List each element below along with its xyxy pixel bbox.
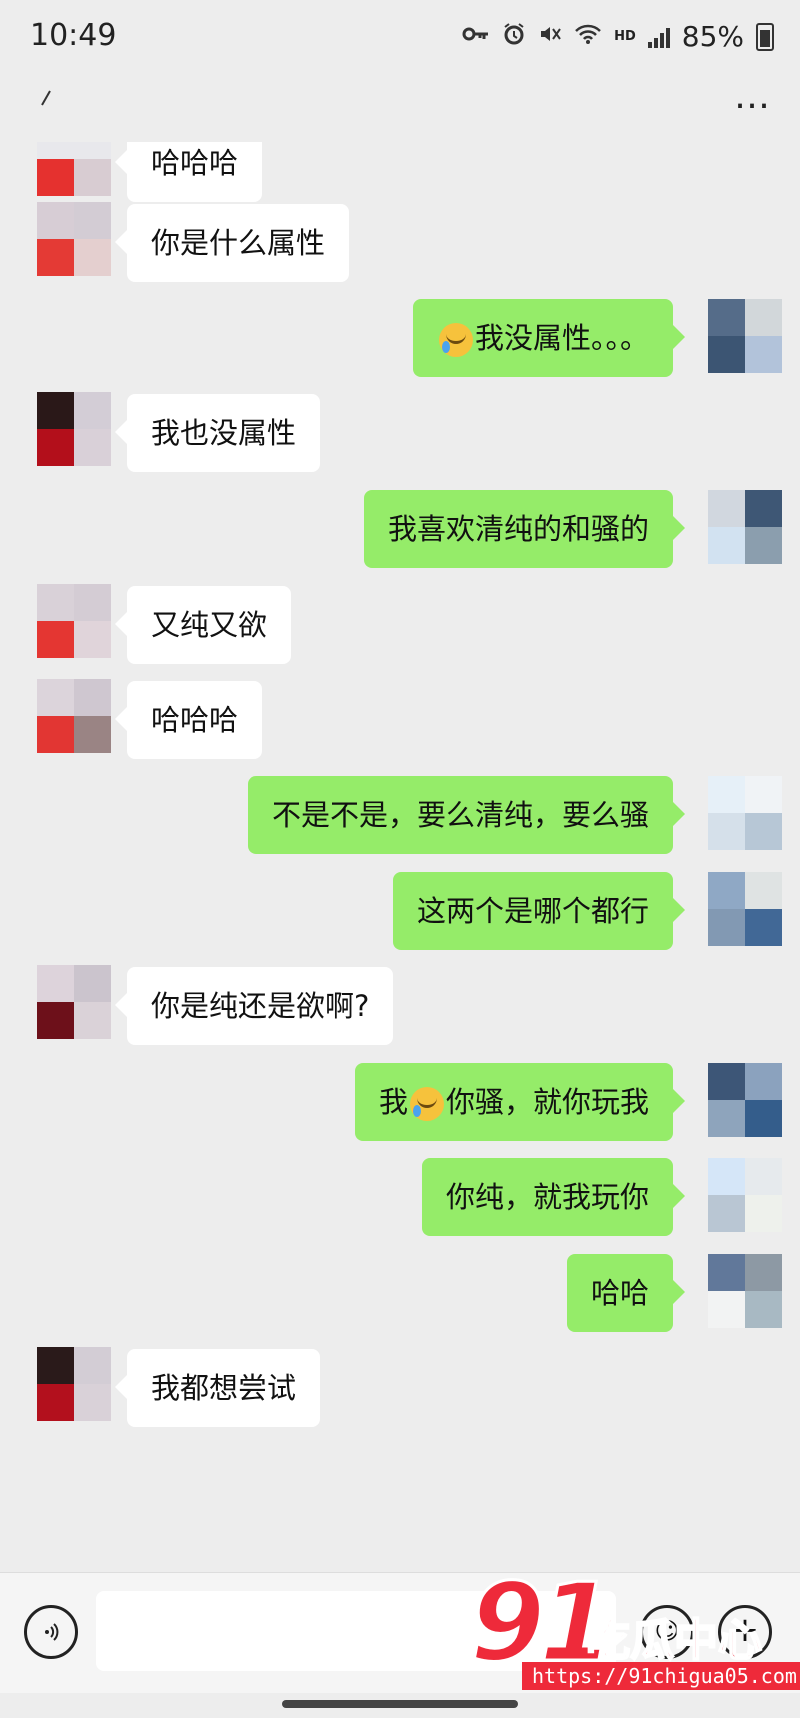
message-text: 哈哈哈 — [151, 703, 239, 737]
message-text: 不是不是，要么清纯，要么骚 — [271, 798, 649, 832]
contact-avatar[interactable] — [37, 202, 111, 276]
contact-avatar[interactable] — [37, 1347, 111, 1421]
watermark-text: 吃瓜中心 — [585, 1614, 763, 1667]
my-avatar[interactable] — [708, 299, 782, 373]
contact-avatar[interactable] — [37, 392, 111, 466]
laughing-crying-emoji-icon — [438, 323, 473, 357]
received-message-bubble[interactable]: 哈哈哈 — [114, 142, 263, 202]
received-message-bubble[interactable]: 你是纯还是欲啊? — [114, 967, 394, 1045]
my-avatar[interactable] — [708, 1158, 782, 1232]
sent-message-bubble[interactable]: 哈哈 — [566, 1254, 686, 1332]
watermark-url: https://91chigua05.com — [522, 1662, 800, 1690]
alarm-icon — [502, 22, 526, 52]
status-bar: 10:49 HD 85% — [0, 0, 800, 72]
message-text: 你纯，就我玩你 — [445, 1180, 649, 1214]
mute-icon — [538, 22, 562, 52]
battery-percent: 85% — [681, 20, 744, 53]
back-arrow-icon[interactable] — [26, 80, 66, 120]
sent-message-bubble[interactable]: 我 你骚，就你玩我 — [354, 1063, 686, 1141]
message-list[interactable]: 哈哈哈 你是什么属性 我没属性。。。 我也没属性 我喜欢清纯的和骚的 又纯又欲 哈哈哈 不是不… — [0, 142, 800, 1572]
message-text: 我都想尝试 — [151, 1371, 297, 1405]
message-text: 哈哈哈 — [151, 146, 239, 180]
my-avatar[interactable] — [708, 776, 782, 850]
voice-icon[interactable] — [24, 1605, 78, 1659]
watermark-logo: 91 吃瓜中心 https://91chigua05.com — [468, 1568, 800, 1698]
contact-avatar[interactable] — [37, 584, 111, 658]
received-message-bubble[interactable]: 我都想尝试 — [114, 1349, 321, 1427]
sent-message-bubble[interactable]: 我没属性。。。 — [412, 299, 686, 377]
sent-message-bubble[interactable]: 这两个是哪个都行 — [392, 872, 686, 950]
status-time: 10:49 — [30, 18, 117, 53]
my-avatar[interactable] — [708, 1063, 782, 1137]
my-avatar[interactable] — [708, 490, 782, 564]
more-options-button[interactable]: … — [734, 76, 772, 117]
sent-message-bubble[interactable]: 不是不是，要么清纯，要么骚 — [247, 776, 686, 854]
message-text: 我喜欢清纯的和骚的 — [387, 512, 649, 546]
message-text: 我也没属性 — [151, 416, 297, 450]
status-icons: HD 85% — [462, 20, 774, 53]
received-message-bubble[interactable]: 你是什么属性 — [114, 204, 350, 282]
laughing-crying-emoji-icon — [409, 1087, 444, 1121]
my-avatar[interactable] — [708, 872, 782, 946]
received-message-bubble[interactable]: 我也没属性 — [114, 394, 321, 472]
message-text-prefix: 我 — [378, 1085, 408, 1119]
message-text: 你骚，就你玩我 — [445, 1085, 649, 1119]
network-label: HD — [614, 29, 636, 44]
message-text: 我没属性。。。 — [474, 321, 649, 355]
message-text: 这两个是哪个都行 — [416, 894, 649, 928]
sent-message-bubble[interactable]: 我喜欢清纯的和骚的 — [363, 490, 686, 568]
contact-avatar[interactable] — [37, 142, 111, 196]
received-message-bubble[interactable]: 又纯又欲 — [114, 586, 292, 664]
home-indicator[interactable] — [282, 1700, 518, 1708]
chat-header: … — [0, 72, 800, 142]
received-message-bubble[interactable]: 哈哈哈 — [114, 681, 263, 759]
sent-message-bubble[interactable]: 你纯，就我玩你 — [421, 1158, 686, 1236]
contact-avatar[interactable] — [37, 679, 111, 753]
battery-icon — [756, 22, 774, 51]
wifi-icon — [574, 23, 602, 51]
message-text: 哈哈 — [590, 1276, 649, 1310]
contact-avatar[interactable] — [37, 965, 111, 1039]
message-text: 你是什么属性 — [151, 226, 326, 260]
message-text: 又纯又欲 — [151, 608, 268, 642]
my-avatar[interactable] — [708, 1254, 782, 1328]
signal-icon — [647, 26, 670, 48]
key-icon — [462, 24, 490, 49]
message-text: 你是纯还是欲啊? — [151, 989, 370, 1023]
